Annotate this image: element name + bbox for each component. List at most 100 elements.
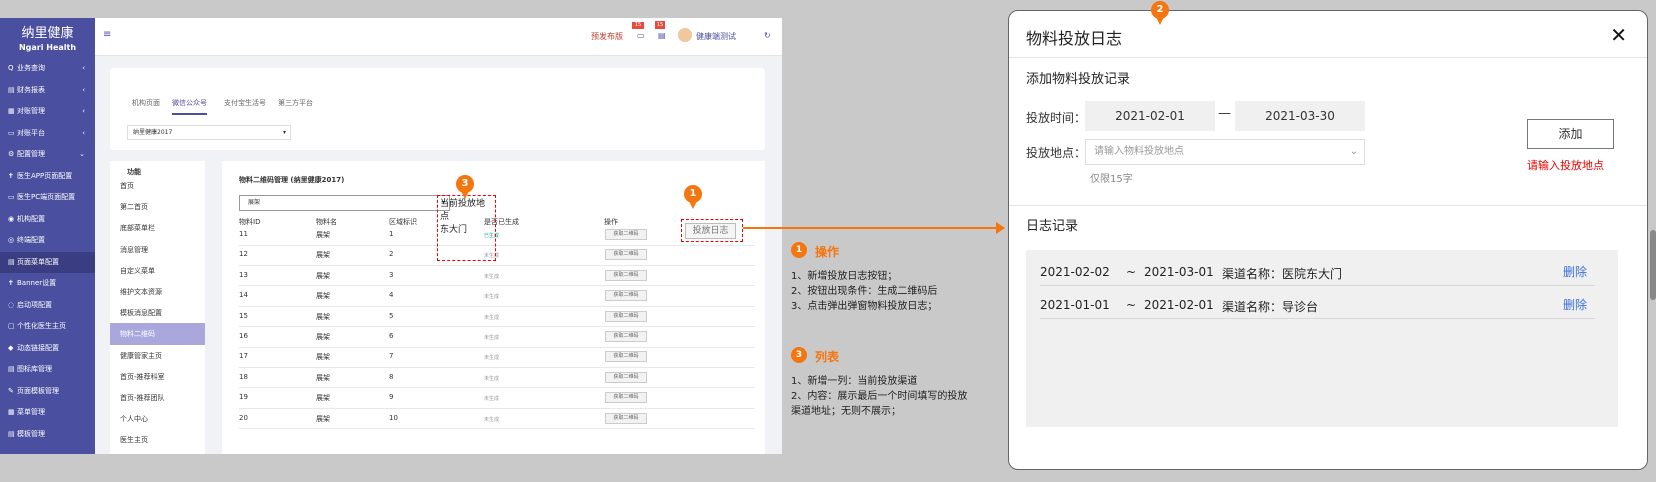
material-id: 13 <box>239 270 248 279</box>
function-item[interactable]: 医生主页 <box>110 429 205 451</box>
sidebar-item[interactable]: ▤ 页面菜单配置 <box>0 251 95 273</box>
function-item[interactable]: 消息管理 <box>110 239 205 261</box>
sidebar-item-label: 配置管理 <box>17 150 45 158</box>
get-qr-button[interactable]: 获取二维码 <box>605 371 647 383</box>
area-code: 1 <box>389 230 394 238</box>
refresh-icon[interactable]: ↻ <box>764 31 771 40</box>
add-button[interactable]: 添加 <box>1527 119 1614 149</box>
log-end-date: 2021-03-01 <box>1144 265 1214 279</box>
menu-toggle-icon[interactable]: ≡ <box>103 29 111 40</box>
note-1-title: 操作 <box>815 245 840 259</box>
chevron-down-icon: ▾ <box>282 129 286 136</box>
area-code: 6 <box>389 332 394 340</box>
start-date-input[interactable]: 2021-02-01 <box>1085 101 1215 131</box>
publish-link[interactable]: 预发布版 <box>591 31 623 42</box>
get-qr-button[interactable]: 获取二维码 <box>605 249 647 261</box>
sidebar-item[interactable]: ▦ 对账管理 ‹ <box>0 101 95 123</box>
avatar[interactable] <box>678 28 692 42</box>
function-item[interactable]: 首页-推荐科室 <box>110 366 205 388</box>
material-name: 展架 <box>316 353 330 362</box>
area-code: 8 <box>389 372 394 381</box>
sidebar-item[interactable]: ✝ Banner设置 <box>0 273 95 295</box>
sidebar-item-label: 图标库管理 <box>17 365 52 373</box>
material-id: 12 <box>239 250 248 259</box>
sidebar-item[interactable]: Q 业务查询 ‹ <box>0 58 95 80</box>
sidebar-item[interactable]: ✝ 医生APP页面配置 <box>0 166 95 188</box>
status-badge: 未生成 <box>484 375 500 382</box>
get-qr-button[interactable]: 获取二维码 <box>605 392 647 404</box>
sidebar-item[interactable]: ✎ 页面模板管理 <box>0 381 95 403</box>
delete-link[interactable]: 删除 <box>1563 263 1587 280</box>
menu-icon: ▤ <box>8 365 15 373</box>
sidebar-item[interactable]: ▢ 个性化医生主页 <box>0 316 95 338</box>
location-column-header: 当前投放地点 <box>440 199 486 222</box>
function-item[interactable]: 第二首页 <box>110 196 205 218</box>
sidebar-menu: Q 业务查询 ‹ ▤ 财务报表 ‹ ▦ 对账管理 ‹ ▭ 对账平台 ‹ ⚙ 配置管理 ⌄ ✝ 医生APP页面配置… <box>0 58 95 445</box>
menu-icon: Q <box>8 64 14 72</box>
function-item[interactable]: 物料二维码 <box>110 323 205 346</box>
note-1-line: 2、按钮出现条件：生成二维码后 <box>791 286 938 297</box>
sidebar-item[interactable]: ▤ 图标库管理 <box>0 359 95 381</box>
location-select[interactable]: 请输入物料投放地点 ⌄ <box>1085 139 1365 165</box>
org-select[interactable]: 纳里健康2017 ▾ <box>127 125 291 140</box>
tab-wechat[interactable]: 微信公众号 <box>172 98 207 115</box>
divider <box>1009 57 1647 58</box>
tab-org-page[interactable]: 机构页面 <box>132 98 160 108</box>
close-icon[interactable]: ✕ <box>1610 23 1627 47</box>
get-qr-button[interactable]: 获取二维码 <box>605 351 647 363</box>
get-qr-button[interactable]: 获取二维码 <box>605 269 647 281</box>
end-date-input[interactable]: 2021-03-30 <box>1235 101 1365 131</box>
function-item[interactable]: 自定义菜单 <box>110 260 205 282</box>
get-qr-button[interactable]: 获取二维码 <box>605 290 647 302</box>
area-code: 9 <box>389 393 394 402</box>
sidebar-item-label: 财务报表 <box>17 85 45 94</box>
document-icon[interactable]: ▤ <box>658 31 666 40</box>
monitor-icon[interactable]: ▭ <box>637 31 645 40</box>
sidebar-item[interactable]: ▭ 医生PC端页面配置 <box>0 187 95 209</box>
get-qr-button[interactable]: 获取二维码 <box>605 310 647 322</box>
function-item[interactable]: 模板消息配置 <box>110 302 205 324</box>
sidebar-item[interactable]: ▭ 对账平台 ‹ <box>0 123 95 145</box>
annotation-pin-2 <box>1156 17 1164 25</box>
annotation-pin-1 <box>689 201 697 209</box>
material-name: 展架 <box>316 231 330 239</box>
tab-alipay[interactable]: 支付宝生活号 <box>224 98 266 108</box>
function-item[interactable]: 个人中心 <box>110 408 205 430</box>
function-item[interactable]: 维护文本资源 <box>110 281 205 303</box>
sidebar-item[interactable]: ⚙ 配置管理 ⌄ <box>0 144 95 166</box>
sidebar-item[interactable]: ▤ 模板管理 <box>0 424 95 446</box>
delete-link[interactable]: 删除 <box>1563 296 1587 313</box>
sidebar-item[interactable]: ◆ 动态链接配置 <box>0 338 95 360</box>
area-code: 7 <box>389 352 394 361</box>
status-badge: 未生成 <box>484 396 500 403</box>
length-hint: 仅限15字 <box>1090 174 1133 185</box>
scrollbar[interactable] <box>1650 230 1656 300</box>
sidebar-item[interactable]: ◎ 终端配置 <box>0 230 95 252</box>
get-qr-button[interactable]: 获取二维码 <box>605 229 647 240</box>
menu-icon: ◌ <box>8 300 15 309</box>
log-button[interactable]: 投放日志 <box>685 223 736 239</box>
log-end-date: 2021-02-01 <box>1144 298 1214 312</box>
function-item[interactable]: 健康管家主页 <box>110 345 205 367</box>
sidebar-item[interactable]: ▦ 菜单管理 <box>0 402 95 424</box>
sidebar: 纳里健康 Ngari Health Q 业务查询 ‹ ▤ 财务报表 ‹ ▦ 对账管理 ‹ ▭ 对账平… <box>0 18 95 454</box>
date-separator: — <box>1218 106 1231 121</box>
get-qr-button[interactable]: 获取二维码 <box>605 331 647 342</box>
sidebar-item[interactable]: ◌ 启动项配置 <box>0 295 95 317</box>
function-item[interactable]: 底部菜单栏 <box>110 217 205 239</box>
function-item[interactable]: 首页 <box>110 175 205 197</box>
tab-third-party[interactable]: 第三方平台 <box>278 98 313 108</box>
sidebar-item[interactable]: ▤ 财务报表 ‹ <box>0 80 95 102</box>
get-qr-button[interactable]: 获取二维码 <box>605 412 647 424</box>
menu-icon: ▦ <box>8 107 15 115</box>
material-filter-select[interactable]: 展架 ▾ <box>239 195 450 211</box>
sidebar-item[interactable]: ◉ 机构配置 <box>0 209 95 231</box>
location-error: 请输入投放地点 <box>1527 159 1604 172</box>
add-section-title: 添加物料投放记录 <box>1026 72 1131 87</box>
material-name: 展架 <box>316 271 330 280</box>
user-name[interactable]: 健康端测试 <box>696 31 736 42</box>
menu-icon: ▦ <box>8 408 15 416</box>
arrow-right-icon <box>996 222 1005 234</box>
function-item[interactable]: 首页-推荐团队 <box>110 387 205 409</box>
sidebar-item-label: 菜单管理 <box>17 408 45 416</box>
